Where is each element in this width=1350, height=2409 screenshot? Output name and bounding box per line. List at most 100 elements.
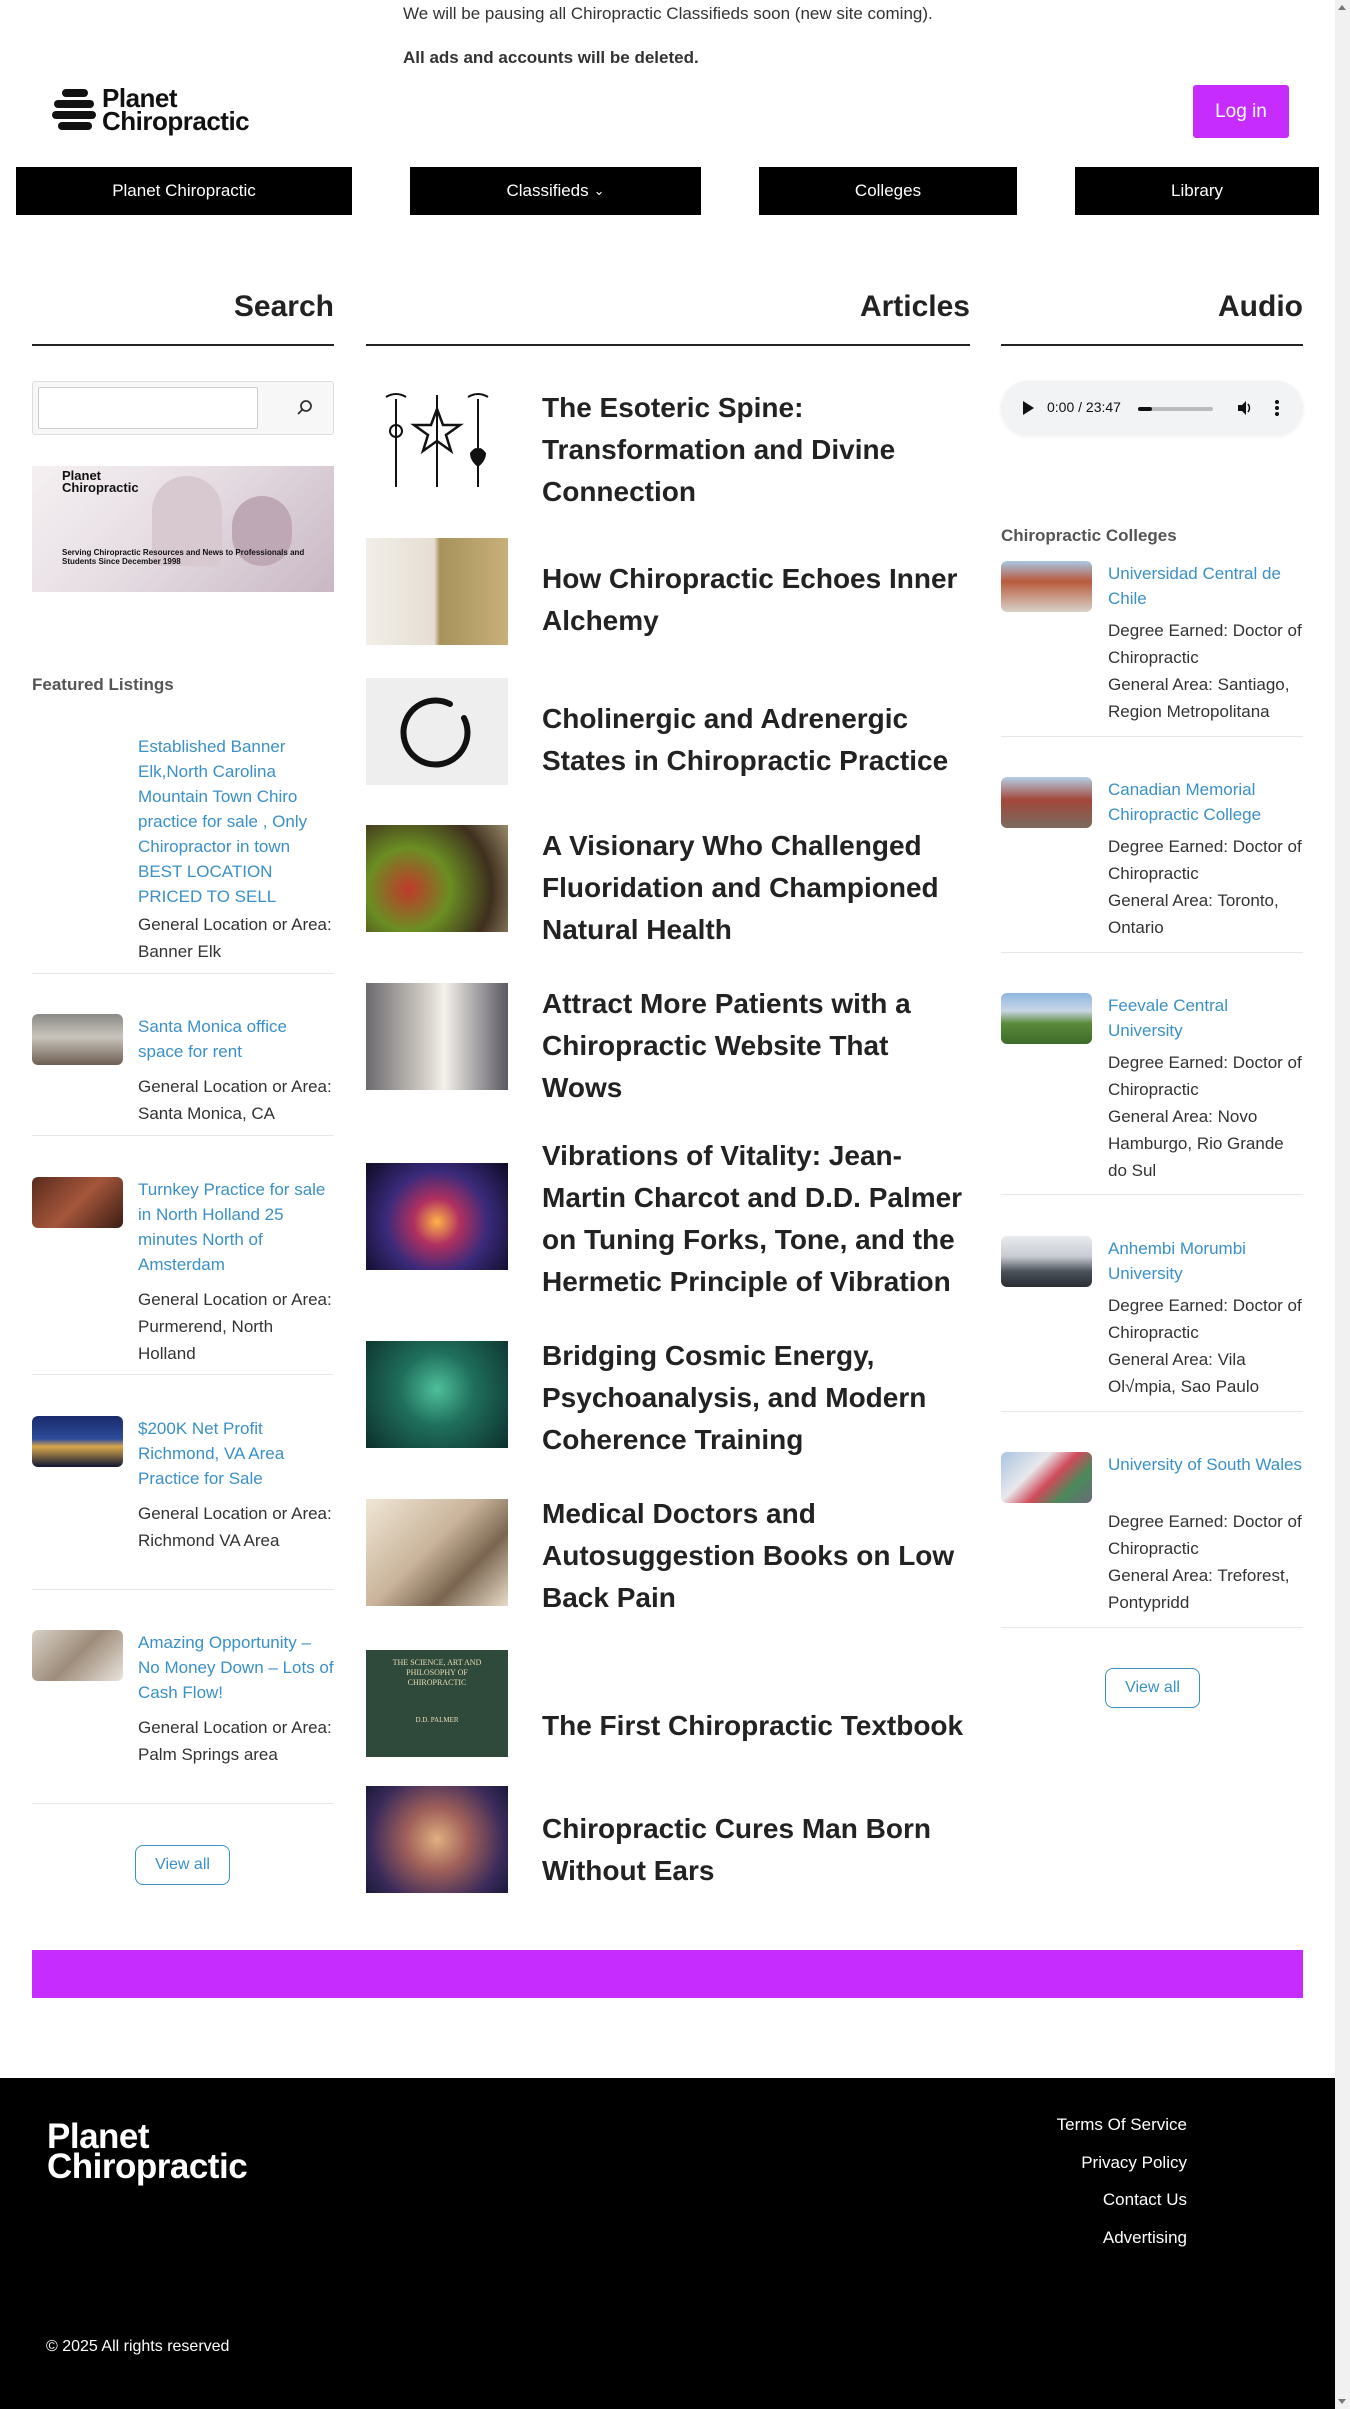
article-thumbnail[interactable] (366, 387, 508, 494)
college-item[interactable]: Anhembi Morumbi University Degree Earned… (1001, 1236, 1303, 1412)
footer-link-contact[interactable]: Contact Us (1103, 2190, 1187, 2210)
featured-view-all-button[interactable]: View all (135, 1845, 230, 1885)
nav-planet-chiropractic[interactable]: Planet Chiropractic (16, 167, 352, 215)
article-thumbnail[interactable] (366, 678, 508, 785)
college-area: General Area: Novo Hamburgo, Rio Grande … (1108, 1107, 1284, 1180)
article-item[interactable]: Attract More Patients with a Chiropracti… (366, 983, 970, 1108)
audio-heading: Audio (1218, 290, 1303, 323)
college-area: General Area: Treforest, Pontypridd (1108, 1566, 1290, 1612)
divider (366, 344, 970, 346)
article-thumbnail[interactable] (366, 825, 508, 932)
article-title[interactable]: Medical Doctors and Autosuggestion Books… (542, 1493, 972, 1619)
college-name[interactable]: Feevale Central University (1108, 993, 1303, 1043)
audio-seek-slider[interactable] (1138, 407, 1213, 411)
nav-label: Classifieds (506, 181, 589, 200)
audio-time: 0:00 / 23:47 (1047, 399, 1121, 415)
site-logo[interactable]: Planet Chiropractic (52, 85, 250, 134)
article-thumbnail[interactable] (366, 538, 508, 645)
college-item[interactable]: Canadian Memorial Chiropractic College D… (1001, 777, 1303, 953)
listing-title[interactable]: Established Banner Elk,North Carolina Mo… (138, 734, 334, 909)
article-title[interactable]: How Chiropractic Echoes Inner Alchemy (542, 558, 972, 642)
promo-banner[interactable]: Planet Chiropractic Serving Chiropractic… (32, 466, 334, 592)
college-name[interactable]: University of South Wales (1108, 1452, 1303, 1477)
college-thumbnail[interactable] (1001, 1236, 1092, 1287)
article-item[interactable]: How Chiropractic Echoes Inner Alchemy (366, 538, 970, 648)
college-thumbnail[interactable] (1001, 993, 1092, 1044)
listing-thumbnail[interactable] (32, 1177, 123, 1228)
nav-classifieds[interactable]: Classifieds ⌄ (410, 167, 701, 215)
article-thumbnail[interactable] (366, 1341, 508, 1448)
college-name[interactable]: Canadian Memorial Chiropractic College (1108, 777, 1303, 827)
nav-label: Colleges (854, 181, 922, 200)
nav-colleges[interactable]: Colleges (759, 167, 1017, 215)
search-input[interactable] (38, 387, 258, 429)
article-item[interactable]: Cholinergic and Adrenergic States in Chi… (366, 678, 970, 788)
article-thumbnail[interactable] (366, 983, 508, 1090)
college-item[interactable]: Feevale Central University Degree Earned… (1001, 993, 1303, 1195)
article-thumbnail[interactable] (366, 1163, 508, 1270)
article-item[interactable]: Medical Doctors and Autosuggestion Books… (366, 1493, 970, 1618)
listing-thumbnail[interactable] (32, 1014, 123, 1065)
listing-item[interactable]: $200K Net Profit Richmond, VA Area Pract… (32, 1416, 334, 1590)
volume-icon[interactable] (1237, 400, 1253, 416)
article-title[interactable]: Cholinergic and Adrenergic States in Chi… (542, 698, 972, 782)
listing-item[interactable]: Santa Monica office space for rent Gener… (32, 1014, 334, 1136)
article-item[interactable]: Vibrations of Vitality: Jean-Martin Char… (366, 1135, 970, 1305)
article-item[interactable]: A Visionary Who Challenged Fluoridation … (366, 825, 970, 950)
listing-item[interactable]: Amazing Opportunity – No Money Down – Lo… (32, 1630, 334, 1804)
book-cover-author: D.D. PALMER (415, 1716, 459, 1724)
listing-title[interactable]: $200K Net Profit Richmond, VA Area Pract… (138, 1416, 334, 1491)
article-item[interactable]: Bridging Cosmic Energy, Psychoanalysis, … (366, 1335, 970, 1460)
article-item[interactable]: The Esoteric Spine: Transformation and D… (366, 387, 970, 507)
article-title[interactable]: Attract More Patients with a Chiropracti… (542, 983, 972, 1109)
logo-spine-icon (52, 87, 96, 133)
listing-thumbnail[interactable] (32, 1416, 123, 1467)
divider (1001, 344, 1303, 346)
play-icon[interactable] (1023, 401, 1034, 415)
scroll-down-icon[interactable] (1338, 2399, 1346, 2404)
article-item[interactable]: THE SCIENCE, ART AND PHILOSOPHY OF CHIRO… (366, 1650, 970, 1760)
college-thumbnail[interactable] (1001, 777, 1092, 828)
footer-link-terms[interactable]: Terms Of Service (1057, 2115, 1187, 2135)
banner-title-2: Chiropractic (62, 480, 139, 495)
article-title[interactable]: Bridging Cosmic Energy, Psychoanalysis, … (542, 1335, 972, 1461)
listing-title[interactable]: Turnkey Practice for sale in North Holla… (138, 1177, 334, 1277)
listing-location: General Location or Area: Purmerend, Nor… (138, 1290, 332, 1363)
college-thumbnail[interactable] (1001, 1452, 1092, 1503)
article-title[interactable]: The Esoteric Spine: Transformation and D… (542, 387, 972, 513)
listing-title[interactable]: Amazing Opportunity – No Money Down – Lo… (138, 1630, 334, 1705)
listing-title[interactable]: Santa Monica office space for rent (138, 1014, 334, 1064)
footer-link-privacy[interactable]: Privacy Policy (1081, 2153, 1187, 2173)
nav-library[interactable]: Library (1075, 167, 1319, 215)
audio-player[interactable]: 0:00 / 23:47 (1001, 381, 1303, 435)
page-scrollbar[interactable] (1335, 0, 1350, 2409)
college-name[interactable]: Anhembi Morumbi University (1108, 1236, 1303, 1286)
featured-listings-heading: Featured Listings (32, 675, 174, 694)
article-item[interactable]: Chiropractic Cures Man Born Without Ears (366, 1786, 970, 1896)
college-degree: Degree Earned: Doctor of Chiropractic (1108, 1053, 1302, 1099)
search-icon[interactable] (295, 398, 315, 418)
listing-item[interactable]: Established Banner Elk,North Carolina Mo… (32, 734, 334, 974)
colleges-view-all-button[interactable]: View all (1105, 1668, 1200, 1708)
college-area: General Area: Toronto, Ontario (1108, 891, 1279, 937)
college-item[interactable]: Universidad Central de Chile Degree Earn… (1001, 561, 1303, 737)
listing-item[interactable]: Turnkey Practice for sale in North Holla… (32, 1177, 334, 1375)
article-thumbnail[interactable] (366, 1786, 508, 1893)
search-heading: Search (233, 290, 334, 323)
college-item[interactable]: University of South Wales Degree Earned:… (1001, 1452, 1303, 1628)
article-title[interactable]: A Visionary Who Challenged Fluoridation … (542, 825, 972, 951)
college-thumbnail[interactable] (1001, 561, 1092, 612)
article-thumbnail[interactable]: THE SCIENCE, ART AND PHILOSOPHY OF CHIRO… (366, 1650, 508, 1757)
article-title[interactable]: Vibrations of Vitality: Jean-Martin Char… (542, 1135, 972, 1303)
footer-link-advertising[interactable]: Advertising (1103, 2228, 1187, 2248)
article-thumbnail[interactable] (366, 1499, 508, 1606)
listing-thumbnail[interactable] (32, 1630, 123, 1681)
article-title[interactable]: Chiropractic Cures Man Born Without Ears (542, 1808, 972, 1892)
more-options-icon[interactable] (1275, 400, 1279, 416)
colleges-heading: Chiropractic Colleges (1001, 526, 1177, 545)
scroll-up-icon[interactable] (1338, 5, 1346, 10)
footer-logo[interactable]: Planet Chiropractic (47, 2119, 248, 2184)
article-title[interactable]: The First Chiropractic Textbook (542, 1705, 972, 1747)
college-name[interactable]: Universidad Central de Chile (1108, 561, 1303, 611)
login-button[interactable]: Log in (1193, 85, 1289, 138)
